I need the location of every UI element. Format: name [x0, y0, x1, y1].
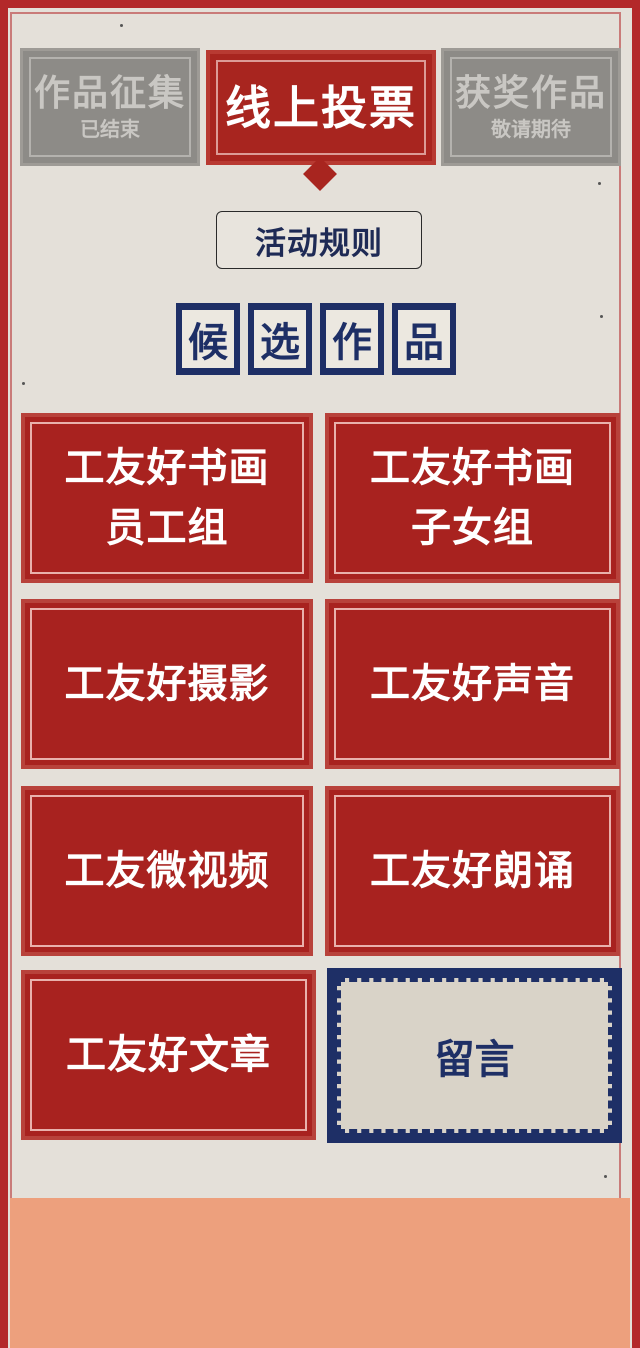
category-micro-video[interactable]: 工友微视频 [21, 786, 313, 956]
category-calligraphy-staff[interactable]: 工友好书画 员工组 [21, 413, 313, 583]
seal-char-text: 品 [398, 310, 450, 368]
paper-speck [604, 1175, 607, 1178]
category-article[interactable]: 工友好文章 [21, 970, 316, 1140]
category-label: 工友微视频 [64, 848, 270, 894]
seal-char-text: 候 [182, 310, 234, 368]
message-button[interactable]: 留言 [327, 968, 622, 1143]
paper-speck [598, 182, 601, 185]
tab-submission-title: 作品征集 [33, 73, 186, 114]
activity-rules-button[interactable]: 活动规则 [216, 211, 422, 269]
paper-speck [22, 382, 25, 385]
category-label: 工友好书画 子女组 [370, 445, 575, 551]
seal-char-text: 作 [326, 310, 378, 368]
category-calligraphy-children[interactable]: 工友好书画 子女组 [325, 413, 620, 583]
section-title-candidates: 候 选 作 品 [176, 303, 456, 377]
category-label: 工友好书画 员工组 [64, 445, 270, 551]
category-label: 工友好朗诵 [370, 848, 575, 894]
category-voice[interactable]: 工友好声音 [325, 599, 620, 769]
tab-awarded-works[interactable]: 获奖作品 敬请期待 [441, 48, 621, 166]
seal-char: 候 [176, 303, 240, 375]
category-label: 工友好声音 [370, 661, 575, 707]
seal-char: 品 [392, 303, 456, 375]
tab-submission-status: 已结束 [80, 117, 140, 141]
seal-char: 选 [248, 303, 312, 375]
paper-speck [600, 315, 603, 318]
category-recitation[interactable]: 工友好朗诵 [325, 786, 620, 956]
message-button-label: 留言 [337, 978, 612, 1133]
footer-band [10, 1198, 630, 1348]
category-label: 工友好摄影 [64, 661, 270, 707]
tab-awarded-works-title: 获奖作品 [454, 73, 607, 114]
tab-submission[interactable]: 作品征集 已结束 [20, 48, 200, 166]
seal-char-text: 选 [254, 310, 306, 368]
paper-speck [120, 24, 123, 27]
category-photography[interactable]: 工友好摄影 [21, 599, 313, 769]
tab-online-voting-title: 线上投票 [225, 80, 417, 135]
seal-char: 作 [320, 303, 384, 375]
tab-awarded-works-status: 敬请期待 [491, 117, 571, 141]
tab-online-voting[interactable]: 线上投票 [206, 50, 436, 165]
category-label: 工友好文章 [66, 1032, 271, 1078]
